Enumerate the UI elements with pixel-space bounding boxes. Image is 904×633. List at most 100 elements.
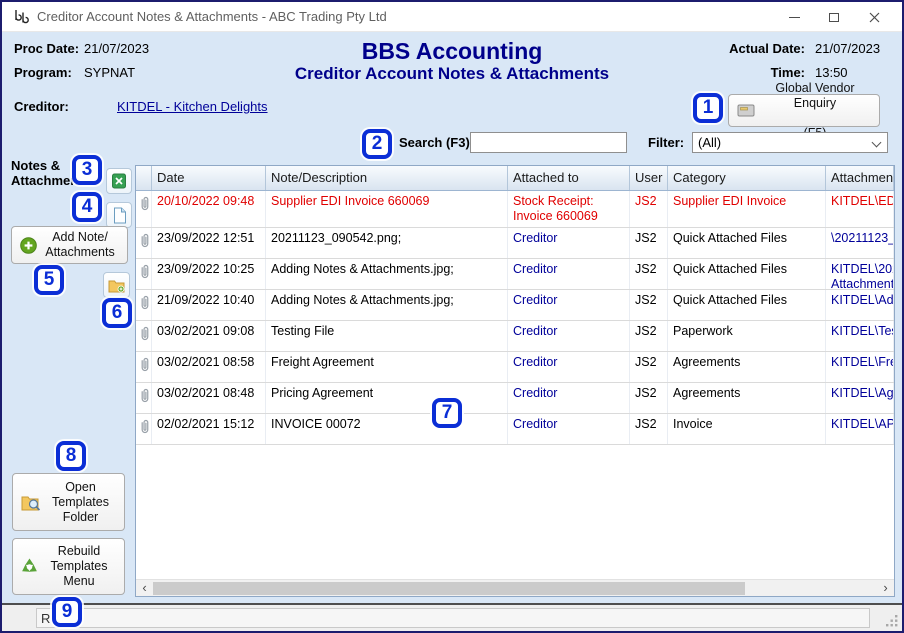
filter-dropdown[interactable]: (All) [692, 132, 888, 153]
creditor-link[interactable]: KITDEL - Kitchen Delights [117, 99, 268, 114]
table-row[interactable]: 21/09/2022 10:40 Adding Notes & Attachme… [136, 290, 894, 321]
cell-user: JS2 [630, 259, 668, 289]
cell-user: JS2 [630, 321, 668, 351]
cell-category: Supplier EDI Invoice [668, 191, 826, 227]
search-input[interactable] [470, 132, 627, 153]
annotation-9: 9 [52, 597, 82, 627]
column-note-description[interactable]: Note/Description [266, 166, 508, 190]
cell-category: Agreements [668, 352, 826, 382]
cell-user: JS2 [630, 352, 668, 382]
cell-note: 20211123_090542.png; [266, 228, 508, 258]
folder-plus-icon [108, 278, 126, 293]
cell-attached-to[interactable]: Creditor [508, 414, 630, 444]
cell-date: 02/02/2021 15:12 [152, 414, 266, 444]
column-attachment[interactable]: Attachment [826, 166, 894, 190]
new-note-button[interactable] [106, 202, 132, 228]
paperclip-icon [138, 418, 151, 435]
cell-attached-to[interactable]: Stock Receipt: Invoice 660069 [508, 191, 630, 227]
cell-attachment-link[interactable]: KITDEL\Frei [826, 352, 894, 382]
excel-icon [111, 173, 127, 189]
actual-date-label: Actual Date: [729, 41, 805, 56]
cell-category: Quick Attached Files [668, 228, 826, 258]
add-note-attachments-button[interactable]: Add Note/ Attachments [11, 226, 128, 264]
quick-attach-folder-button[interactable] [103, 272, 130, 298]
annotation-3: 3 [72, 155, 102, 185]
paperclip-icon [138, 195, 151, 212]
document-icon [112, 207, 127, 224]
cell-attached-to[interactable]: Creditor [508, 352, 630, 382]
table-row[interactable]: 20/10/2022 09:48 Supplier EDI Invoice 66… [136, 191, 894, 228]
resize-grip-icon[interactable] [886, 615, 899, 628]
cell-attached-to[interactable]: Creditor [508, 290, 630, 320]
rebuild-templates-menu-label: Rebuild Templates Menu [38, 544, 124, 589]
scroll-right-arrow[interactable]: › [878, 581, 893, 596]
table-row[interactable]: 23/09/2022 10:25 Adding Notes & Attachme… [136, 259, 894, 290]
cell-date: 03/02/2021 08:58 [152, 352, 266, 382]
cell-user: JS2 [630, 414, 668, 444]
scroll-left-arrow[interactable]: ‹ [137, 581, 152, 596]
global-vendor-enquiry-button[interactable]: Global Vendor Enquiry (F5) [728, 94, 880, 127]
cell-attached-to[interactable]: Creditor [508, 259, 630, 289]
cell-attachment-link[interactable]: KITDEL\Add [826, 290, 894, 320]
chevron-down-icon [872, 138, 882, 148]
minimize-icon [789, 17, 800, 18]
minimize-button[interactable] [774, 2, 814, 32]
cell-date: 23/09/2022 12:51 [152, 228, 266, 258]
maximize-button[interactable] [814, 2, 854, 32]
cell-attached-to[interactable]: Creditor [508, 228, 630, 258]
add-note-attachments-label: Add Note/ Attachments [37, 230, 127, 260]
table-row[interactable]: 03/02/2021 08:58 Freight Agreement Credi… [136, 352, 894, 383]
annotation-7: 7 [432, 398, 462, 428]
open-templates-folder-label: Open Templates Folder [41, 480, 124, 525]
cell-category: Paperwork [668, 321, 826, 351]
table-row[interactable]: 03/02/2021 08:48 Pricing Agreement Credi… [136, 383, 894, 414]
column-attached-to[interactable]: Attached to [508, 166, 630, 190]
paperclip-icon [138, 356, 151, 373]
maximize-icon [829, 13, 839, 22]
cell-category: Agreements [668, 383, 826, 413]
filter-label: Filter: [648, 135, 684, 150]
column-date[interactable]: Date [152, 166, 266, 190]
cell-note: INVOICE 00072 [266, 414, 508, 444]
cell-note: Testing File [266, 321, 508, 351]
horizontal-scrollbar[interactable]: ‹ › [136, 579, 894, 596]
export-excel-button[interactable] [106, 168, 132, 194]
close-icon [869, 12, 880, 23]
status-message: R [36, 608, 870, 628]
cell-user: JS2 [630, 290, 668, 320]
table-row[interactable]: 23/09/2022 12:51 20211123_090542.png; Cr… [136, 228, 894, 259]
rebuild-templates-menu-button[interactable]: Rebuild Templates Menu [12, 538, 125, 595]
statusbar: R [2, 605, 902, 631]
cell-attached-to[interactable]: Creditor [508, 383, 630, 413]
open-templates-folder-button[interactable]: Open Templates Folder [12, 473, 125, 531]
column-category[interactable]: Category [668, 166, 826, 190]
cell-note: Pricing Agreement [266, 383, 508, 413]
cell-attached-to[interactable]: Creditor [508, 321, 630, 351]
cell-attachment-link[interactable]: KITDEL\APE [826, 414, 894, 444]
annotation-8: 8 [56, 441, 86, 471]
annotation-2: 2 [362, 129, 392, 159]
scrollbar-thumb[interactable] [153, 582, 745, 595]
cell-attachment-link[interactable]: KITDEL\EDI [826, 191, 894, 227]
cell-category: Invoice [668, 414, 826, 444]
table-row[interactable]: 03/02/2021 09:08 Testing File Creditor J… [136, 321, 894, 352]
filter-selected-value: (All) [698, 135, 721, 150]
cell-attachment-link[interactable]: KITDEL\202 Attachments [826, 259, 894, 289]
column-user[interactable]: User [630, 166, 668, 190]
search-label: Search (F3): [399, 135, 474, 150]
gve-label-line1: Global Vendor Enquiry [755, 81, 875, 111]
cell-date: 23/09/2022 10:25 [152, 259, 266, 289]
cell-note: Adding Notes & Attachments.jpg; [266, 259, 508, 289]
vendor-box-icon [737, 103, 755, 118]
cell-note: Supplier EDI Invoice 660069 [266, 191, 508, 227]
table-row[interactable]: 02/02/2021 15:12 INVOICE 00072 Creditor … [136, 414, 894, 445]
folder-search-icon [21, 494, 41, 511]
cell-category: Quick Attached Files [668, 259, 826, 289]
cell-attachment-link[interactable]: KITDEL\Agr [826, 383, 894, 413]
cell-attachment-link[interactable]: KITDEL\Tes [826, 321, 894, 351]
titlebar: Creditor Account Notes & Attachments - A… [2, 2, 902, 32]
close-button[interactable] [854, 2, 894, 32]
cell-date: 21/09/2022 10:40 [152, 290, 266, 320]
cell-attachment-link[interactable]: \20211123_ [826, 228, 894, 258]
add-plus-icon [20, 237, 37, 254]
